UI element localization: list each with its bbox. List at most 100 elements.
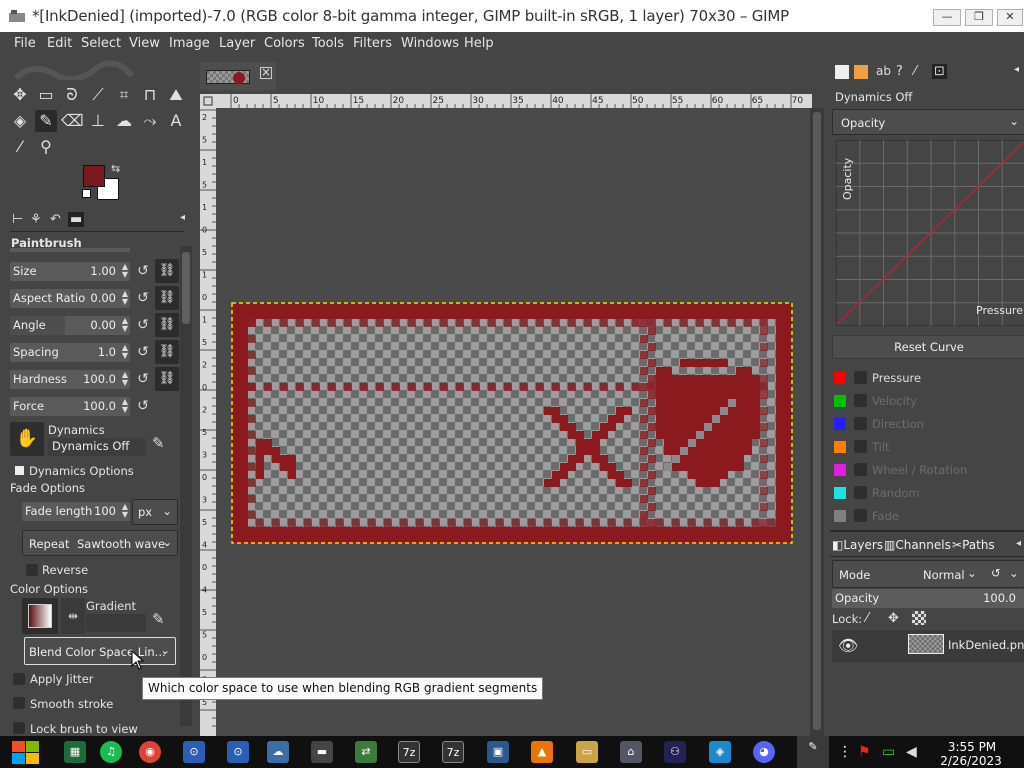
canvas-area[interactable] [216, 108, 810, 736]
dynamics-preview-icon[interactable]: ✋ [10, 422, 44, 456]
paths-tool-icon[interactable]: ⤳ [139, 110, 161, 132]
undo-history-tab-icon[interactable]: ↶ [50, 212, 61, 227]
app-icon-10[interactable]: ⚇ [664, 741, 686, 763]
volume-icon[interactable]: ◀ [906, 744, 917, 760]
options-scrollbar[interactable] [180, 246, 192, 726]
patterns-tab-icon[interactable] [854, 65, 868, 79]
app-icon-1[interactable]: ▦ [64, 741, 86, 763]
free-select-tool-icon[interactable]: ᘐ [61, 84, 83, 106]
layer-mode-select[interactable]: Mode Normal ⌄ ↺ ⌄ [832, 560, 1024, 588]
layer-name[interactable]: InkDenied.png [948, 638, 1024, 652]
eye-visibility-icon[interactable]: 👁 [838, 636, 858, 655]
hardness-slider[interactable]: Hardness 100.0 ▲ ▼ [10, 370, 130, 389]
reset-size-icon[interactable]: ↺ [134, 262, 152, 280]
layer-opacity-slider[interactable]: Opacity 100.0 [832, 589, 1024, 608]
smudge-tool-icon[interactable]: ☁ [113, 110, 135, 132]
dynamics-editor-tab-icon[interactable]: ⊡ [932, 64, 947, 79]
device-status-tab-icon[interactable]: ⚘ [30, 212, 42, 227]
close-image-tab-icon[interactable]: × [260, 66, 272, 79]
reset-curve-button[interactable]: Reset Curve [832, 335, 1024, 359]
canvas-vertical-scrollbar[interactable] [810, 108, 824, 736]
app-icon-4[interactable]: ☁ [267, 741, 289, 763]
menu-view[interactable]: View [129, 36, 160, 51]
app-icon-7[interactable]: ▣ [487, 741, 509, 763]
color-picker-tool-icon[interactable]: ⁄ [9, 136, 31, 158]
menu-layer[interactable]: Layer [219, 36, 255, 51]
dynamics-options-collapse-icon[interactable] [15, 466, 24, 475]
lock-alpha-icon[interactable] [912, 611, 926, 625]
image-inkdenied[interactable] [231, 302, 793, 544]
reset-hardness-icon[interactable]: ↺ [134, 370, 152, 388]
spotify-icon[interactable]: ♫ [100, 741, 122, 763]
brushes-tab-icon[interactable] [835, 65, 849, 79]
app-icon-6[interactable]: ⇄ [355, 741, 377, 763]
spacing-slider[interactable]: Spacing 1.0 ▲ ▼ [10, 343, 130, 362]
menu-image[interactable]: Image [169, 36, 210, 51]
warp-tool-icon[interactable]: ⛰ [165, 84, 187, 106]
transform-tool-icon[interactable]: ⊓ [139, 84, 161, 106]
blend-color-space-select[interactable]: Blend Color Space Lin... ⌄ [24, 637, 176, 665]
overflow-icon[interactable]: ⋮ [838, 744, 852, 760]
dock-menu-icon[interactable]: ◂ [1014, 64, 1019, 75]
help-tab-icon[interactable]: ? [896, 64, 903, 79]
move-tool-icon[interactable]: ✥ [9, 84, 31, 106]
menu-tools[interactable]: Tools [312, 36, 344, 51]
paintbrush-tool-icon[interactable]: ✎ [35, 110, 57, 132]
app-icon-8[interactable]: ▭ [576, 741, 598, 763]
app-icon-9[interactable]: ⌂ [620, 741, 642, 763]
dynamics-select[interactable]: Dynamics Off [48, 438, 146, 456]
dock-menu-icon[interactable]: ◂ [1016, 538, 1021, 549]
link-angle-icon[interactable]: ⛓ [155, 313, 179, 337]
vlc-icon[interactable]: ▲ [531, 741, 553, 763]
menu-windows[interactable]: Windows [401, 36, 459, 51]
gradient-preview[interactable] [22, 598, 58, 634]
menu-help[interactable]: Help [464, 36, 494, 51]
menu-edit[interactable]: Edit [47, 36, 72, 51]
eraser-tool-icon[interactable]: ⌫ [61, 110, 84, 132]
channels-tab[interactable]: ▥Channels [884, 538, 951, 552]
dynamics-mapping-select[interactable]: Opacity ⌄ [832, 109, 1024, 135]
link-spacing-icon[interactable]: ⛓ [155, 340, 179, 364]
menu-colors[interactable]: Colors [264, 36, 305, 51]
size-slider[interactable]: Size 1.00 ▲ ▼ [10, 262, 130, 281]
fade-length-field[interactable]: Fade length 100 ▲ ▼ [22, 502, 130, 521]
image-tab[interactable]: × [200, 62, 276, 90]
reset-force-icon[interactable]: ↺ [134, 397, 152, 415]
7zip-icon-2[interactable]: 7z [442, 741, 464, 763]
lock-brush-checkbox[interactable] [13, 722, 25, 734]
edit-gradient-icon[interactable]: ✎ [152, 610, 165, 628]
link-size-icon[interactable]: ⛓ [155, 259, 179, 283]
app-icon-11[interactable]: ◈ [709, 741, 731, 763]
close-button[interactable]: ✕ [997, 9, 1023, 26]
layers-tab[interactable]: ◧Layers [832, 538, 883, 552]
gradient-select[interactable] [86, 614, 146, 632]
aspect-ratio-slider[interactable]: Aspect Ratio 0.00 ▲ ▼ [10, 289, 130, 308]
layer-row[interactable]: 👁 InkDenied.png [832, 630, 1024, 662]
menu-filters[interactable]: Filters [353, 36, 392, 51]
repeat-select[interactable]: Repeat Sawtooth wave ⌄ [22, 530, 178, 556]
swap-colors-icon[interactable]: ⇆ [111, 162, 120, 175]
dock-menu-icon[interactable]: ◂ [180, 212, 185, 223]
dynamics-options-label[interactable]: Dynamics Options [29, 464, 134, 478]
angle-slider[interactable]: Angle 0.00 ▲ ▼ [10, 316, 130, 335]
clock-date[interactable]: 2/26/2023 [940, 754, 1002, 768]
text-tool-icon[interactable]: A [165, 110, 187, 132]
lock-position-icon[interactable]: ✥ [888, 611, 899, 626]
reverse-checkbox[interactable] [26, 564, 38, 576]
zoom-tool-icon[interactable]: ⚲ [35, 136, 57, 158]
rect-select-tool-icon[interactable]: ▭ [35, 84, 57, 106]
crop-tool-icon[interactable]: ⌗ [113, 84, 135, 106]
default-colors-icon[interactable] [82, 189, 91, 198]
bucket-fill-tool-icon[interactable]: ◈ [9, 110, 31, 132]
apply-jitter-checkbox[interactable] [13, 673, 25, 685]
chrome-icon[interactable]: ◉ [139, 741, 161, 763]
reverse-gradient-icon[interactable]: ⇹ [61, 598, 85, 634]
tool-options-tab-icon[interactable]: ⊢ [12, 212, 23, 227]
flag-icon[interactable]: ⚑ [858, 744, 871, 760]
images-tab-icon[interactable]: ▬ [68, 212, 85, 227]
menu-select[interactable]: Select [81, 36, 121, 51]
paths-tab[interactable]: ✂Paths [952, 538, 995, 552]
clock-time[interactable]: 3:55 PM [944, 740, 1000, 754]
gimp-taskbar-icon[interactable]: ✎ [797, 736, 829, 768]
dynamics-curve-graph[interactable] [836, 140, 1024, 326]
